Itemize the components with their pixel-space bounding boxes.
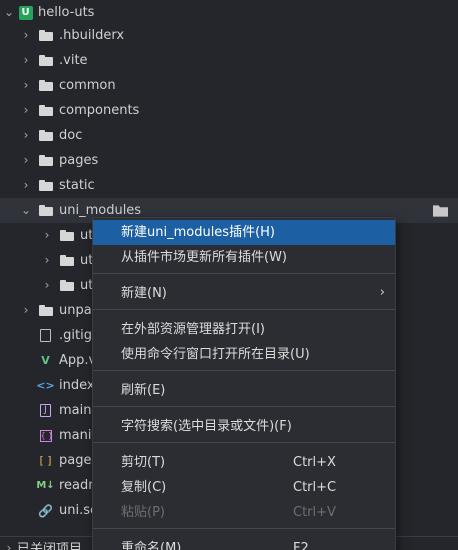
project-icon: U [18,5,33,20]
menu-item-label: 字符搜索(选中目录或文件)(F) [121,419,292,434]
chevron-right-icon[interactable]: › [42,229,52,241]
menu-item-new-uni-modules-plugin[interactable]: 新建uni_modules插件(H) [93,220,395,245]
json-file-icon: [ ] [39,453,52,467]
menu-item-label: 从插件市场更新所有插件(W) [121,250,287,265]
menu-item-rename[interactable]: 重命名(M) F2 [93,536,395,550]
menu-item-shortcut: F2 [293,541,309,550]
markdown-file-icon: M↓ [36,479,55,491]
context-menu: 新建uni_modules插件(H) 从插件市场更新所有插件(W) 新建(N) … [92,217,396,550]
chevron-right-icon[interactable]: › [21,179,31,191]
chevron-right-icon[interactable]: › [21,29,31,41]
manifest-file-icon: { } [39,429,54,442]
folder-icon [38,78,53,93]
tree-item-doc[interactable]: › doc [0,123,458,148]
chevron-down-icon[interactable]: ⌄ [4,6,14,18]
menu-separator [93,442,395,443]
folder-icon [38,128,53,143]
folder-icon [38,178,53,193]
menu-item-label: 新建(N) [121,286,167,301]
chevron-right-icon[interactable]: › [4,542,14,550]
tree-item-common[interactable]: › common [0,73,458,98]
folder-open-icon [38,203,53,218]
folder-icon [38,303,53,318]
tree-item-label: static [59,178,95,193]
tree-root-hello-uts[interactable]: ⌄ U hello-uts [0,0,458,25]
tree-item-label: components [59,103,140,118]
tree-item-label: App.v [59,353,97,368]
menu-separator [93,273,395,274]
menu-item-new[interactable]: 新建(N) › [93,281,395,306]
menu-separator [93,406,395,407]
menu-item-label: 复制(C) [121,480,167,495]
chevron-right-icon[interactable]: › [21,104,31,116]
folder-icon [59,278,74,293]
tree-item-label: pages [59,153,99,168]
chevron-right-icon[interactable]: › [21,79,31,91]
chevron-right-icon[interactable]: › [42,254,52,266]
tree-item-label: manif [59,428,97,443]
menu-item-shortcut: Ctrl+C [293,480,337,495]
menu-item-label: 在外部资源管理器打开(I) [121,322,265,337]
menu-item-update-all-plugins[interactable]: 从插件市场更新所有插件(W) [93,245,395,270]
tree-item-label: doc [59,128,83,143]
chevron-right-icon[interactable]: › [21,54,31,66]
submenu-arrow-icon: › [379,285,385,300]
menu-item-open-terminal[interactable]: 使用命令行窗口打开所在目录(U) [93,342,395,367]
folder-icon [38,28,53,43]
tree-item-pages[interactable]: › pages [0,148,458,173]
menu-item-text-search[interactable]: 字符搜索(选中目录或文件)(F) [93,414,395,439]
vue-file-icon: V [41,353,50,367]
chevron-right-icon[interactable]: › [21,154,31,166]
link-icon: 🔗 [38,503,53,518]
menu-item-open-in-explorer[interactable]: 在外部资源管理器打开(I) [93,317,395,342]
menu-item-label: 重命名(M) [121,541,182,550]
folder-icon [38,153,53,168]
chevron-right-icon[interactable]: › [21,304,31,316]
tree-item-label: .vite [59,53,88,68]
menu-item-cut[interactable]: 剪切(T) Ctrl+X [93,450,395,475]
menu-separator [93,528,395,529]
tree-item-label: hello-uts [38,5,95,20]
menu-item-shortcut: Ctrl+V [293,505,336,520]
js-file-icon: J [38,403,53,418]
menu-item-label: 粘贴(P) [121,505,165,520]
menu-item-shortcut: Ctrl+X [293,455,336,470]
folder-icon [38,103,53,118]
menu-item-refresh[interactable]: 刷新(E) [93,378,395,403]
chevron-right-icon[interactable]: › [21,129,31,141]
tree-item-label: .hbuilderx [59,28,125,43]
folder-icon [59,228,74,243]
tree-item-static[interactable]: › static [0,173,458,198]
tree-item-components[interactable]: › components [0,98,458,123]
html-file-icon: <> [36,378,55,392]
chevron-right-icon[interactable]: › [42,279,52,291]
closed-projects-label: 已关闭项目 [17,542,83,550]
menu-item-label: 新建uni_modules插件(H) [121,225,276,240]
folder-icon [59,253,74,268]
tree-item-hbuilderx[interactable]: › .hbuilderx [0,23,458,48]
tree-item-vite[interactable]: › .vite [0,48,458,73]
open-folder-icon[interactable] [433,204,448,217]
menu-item-label: 刷新(E) [121,383,166,398]
menu-item-label: 剪切(T) [121,455,166,470]
menu-item-label: 使用命令行窗口打开所在目录(U) [121,347,310,362]
file-icon [38,328,53,343]
menu-separator [93,370,395,371]
tree-item-label: common [59,78,116,93]
chevron-down-icon[interactable]: ⌄ [21,204,31,216]
folder-icon [38,53,53,68]
menu-separator [93,309,395,310]
menu-item-copy[interactable]: 复制(C) Ctrl+C [93,475,395,500]
menu-item-paste: 粘贴(P) Ctrl+V [93,500,395,525]
